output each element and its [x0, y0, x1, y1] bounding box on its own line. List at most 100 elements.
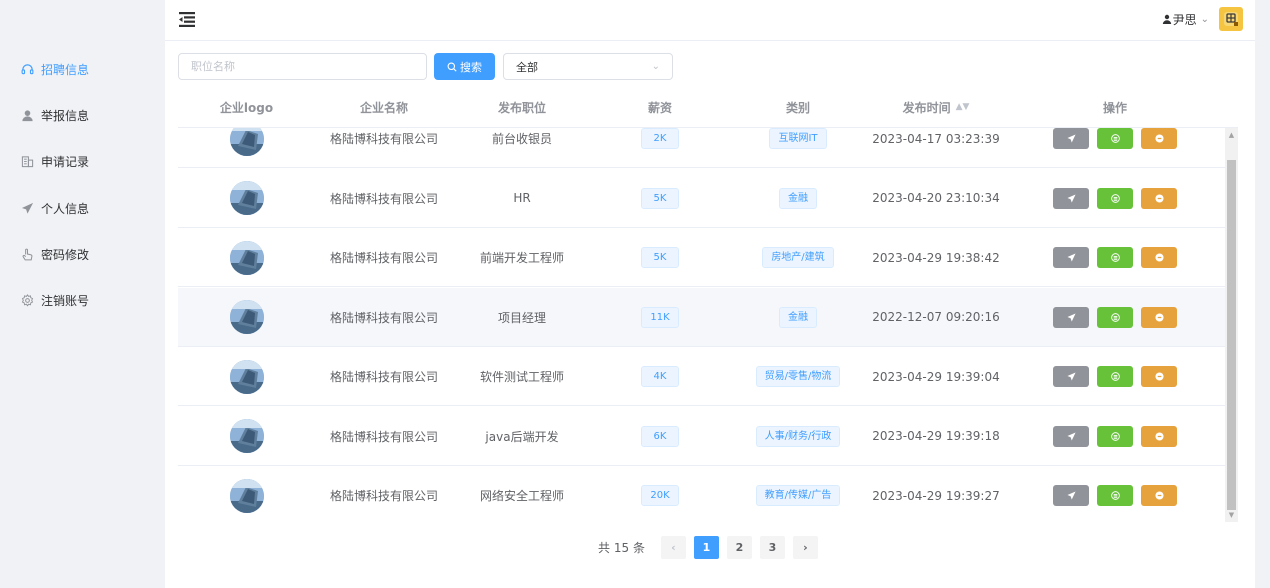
apply-button[interactable] [1053, 187, 1089, 209]
report-button[interactable] [1141, 485, 1177, 506]
report-button[interactable] [1141, 187, 1177, 209]
apply-button[interactable] [1053, 485, 1089, 506]
category-cell: 贸易/零售/物流 [729, 347, 867, 406]
actions-cell [1005, 228, 1225, 287]
search-icon [447, 62, 457, 72]
page-2-button[interactable]: 2 [726, 535, 752, 559]
avatar[interactable] [1219, 7, 1243, 31]
detail-button[interactable] [1097, 425, 1133, 447]
report-button[interactable] [1141, 128, 1177, 149]
detail-button[interactable] [1097, 306, 1133, 328]
sidebar-item-recruitment[interactable]: 招聘信息 [20, 59, 89, 79]
sidebar-item-deactivate[interactable]: 注销账号 [20, 290, 89, 310]
company-logo [229, 240, 264, 275]
category-cell: 金融 [729, 288, 867, 347]
send-icon [1066, 312, 1076, 322]
category-cell: 金融 [729, 169, 867, 228]
report-button[interactable] [1141, 366, 1177, 387]
publish-time: 2023-04-29 19:38:42 [872, 250, 1000, 265]
company-logo-cell [178, 407, 315, 466]
apply-button[interactable] [1053, 366, 1089, 387]
list-icon [1110, 134, 1120, 143]
search-button-label: 搜索 [460, 60, 482, 74]
sidebar: 招聘信息 举报信息 申请记录 个人信息 密码修改 注销账号 [0, 0, 165, 588]
publish-time: 2023-04-17 03:23:39 [872, 131, 1000, 146]
apply-button[interactable] [1053, 306, 1089, 328]
detail-button[interactable] [1097, 485, 1133, 506]
company-name: 格陆博科技有限公司 [329, 191, 438, 206]
table-row: 格陆博科技有限公司 HR 5K 金融 2023-04-20 23:10:34 [178, 168, 1225, 228]
send-icon [1066, 431, 1076, 441]
detail-button[interactable] [1097, 366, 1133, 387]
sidebar-item-password[interactable]: 密码修改 [20, 244, 89, 264]
category-tag: 教育/传媒/广告 [755, 485, 841, 506]
report-button[interactable] [1141, 247, 1177, 268]
actions-cell [1005, 128, 1225, 168]
company-logo-cell [178, 347, 315, 406]
salary-cell: 11K [591, 288, 729, 347]
send-icon [20, 201, 34, 215]
table-row: 格陆博科技有限公司 软件测试工程师 4K 贸易/零售/物流 2023-04-29 19:… [178, 347, 1225, 406]
chevron-down-icon: ⌄ [1200, 13, 1209, 25]
report-button[interactable] [1141, 306, 1177, 328]
detail-button[interactable] [1097, 128, 1133, 149]
company-name: 格陆博科技有限公司 [329, 429, 438, 444]
page-1-button[interactable]: 1 [693, 535, 719, 559]
column-header-category: 类别 [785, 100, 810, 115]
publish-time: 2023-04-29 19:39:18 [872, 429, 1000, 443]
chevron-down-icon: ⌄ [651, 61, 660, 72]
apply-button[interactable] [1053, 247, 1089, 268]
detail-button[interactable] [1097, 247, 1133, 268]
list-icon [1110, 253, 1120, 262]
sidebar-item-label: 密码修改 [41, 247, 90, 262]
job-position: 网络安全工程师 [479, 489, 564, 503]
sidebar-item-label: 个人信息 [41, 201, 90, 216]
job-position: 软件测试工程师 [479, 370, 564, 384]
category-select[interactable]: 全部 ⌄ [503, 53, 673, 80]
sort-icon[interactable]: ▲▼ [956, 102, 970, 112]
search-button[interactable]: 搜索 [434, 53, 495, 80]
scroll-up-icon[interactable]: ▲ [1225, 128, 1238, 142]
category-tag: 贸易/零售/物流 [755, 366, 841, 387]
table-header: 企业logo 企业名称 发布职位 薪资 类别 发布时间 ▲▼ 操作 [178, 86, 1238, 128]
next-page-button[interactable]: › [792, 535, 818, 559]
sidebar-item-label: 招聘信息 [41, 62, 90, 77]
hamburger-icon[interactable] [179, 12, 195, 27]
column-header-time[interactable]: 发布时间 ▲▼ [867, 86, 1005, 128]
salary-tag: 11K [641, 306, 679, 328]
job-position: java后端开发 [485, 429, 559, 444]
detail-button[interactable] [1097, 187, 1133, 209]
category-tag: 金融 [779, 187, 817, 209]
headset-icon [20, 62, 34, 76]
user-name: 尹思 [1172, 12, 1197, 27]
user-icon [1162, 14, 1172, 24]
column-header-time-label: 发布时间 [902, 100, 951, 115]
sidebar-item-label: 申请记录 [41, 154, 90, 169]
category-select-value: 全部 [516, 60, 538, 74]
prev-page-button[interactable]: ‹ [660, 535, 686, 559]
salary-cell: 4K [591, 347, 729, 406]
search-input[interactable] [178, 53, 427, 80]
category-cell: 教育/传媒/广告 [729, 466, 867, 522]
column-header-position: 发布职位 [497, 100, 546, 115]
category-cell: 房地产/建筑 [729, 228, 867, 287]
user-dropdown[interactable]: 尹思 ⌄ [1162, 11, 1209, 28]
actions-cell [1005, 466, 1225, 522]
scroll-down-icon[interactable]: ▼ [1225, 508, 1238, 522]
category-tag: 房地产/建筑 [762, 247, 834, 268]
sidebar-item-reports[interactable]: 举报信息 [20, 105, 89, 125]
sidebar-item-profile[interactable]: 个人信息 [20, 198, 89, 218]
table-row: 格陆博科技有限公司 java后端开发 6K 人事/财务/行政 2023-04-29 19… [178, 406, 1225, 466]
sidebar-item-applications[interactable]: 申请记录 [20, 151, 89, 171]
report-button[interactable] [1141, 425, 1177, 447]
pagination: 共 15 条 ‹ 1 2 3 › [165, 535, 1255, 559]
company-logo [229, 300, 264, 334]
category-tag: 互联网IT [769, 128, 827, 149]
actions-cell [1005, 169, 1225, 228]
apply-button[interactable] [1053, 425, 1089, 447]
salary-tag: 5K [641, 187, 679, 209]
scrollbar-thumb[interactable] [1227, 160, 1236, 510]
apply-button[interactable] [1053, 128, 1089, 149]
salary-tag: 20K [641, 485, 679, 506]
page-3-button[interactable]: 3 [759, 535, 785, 559]
